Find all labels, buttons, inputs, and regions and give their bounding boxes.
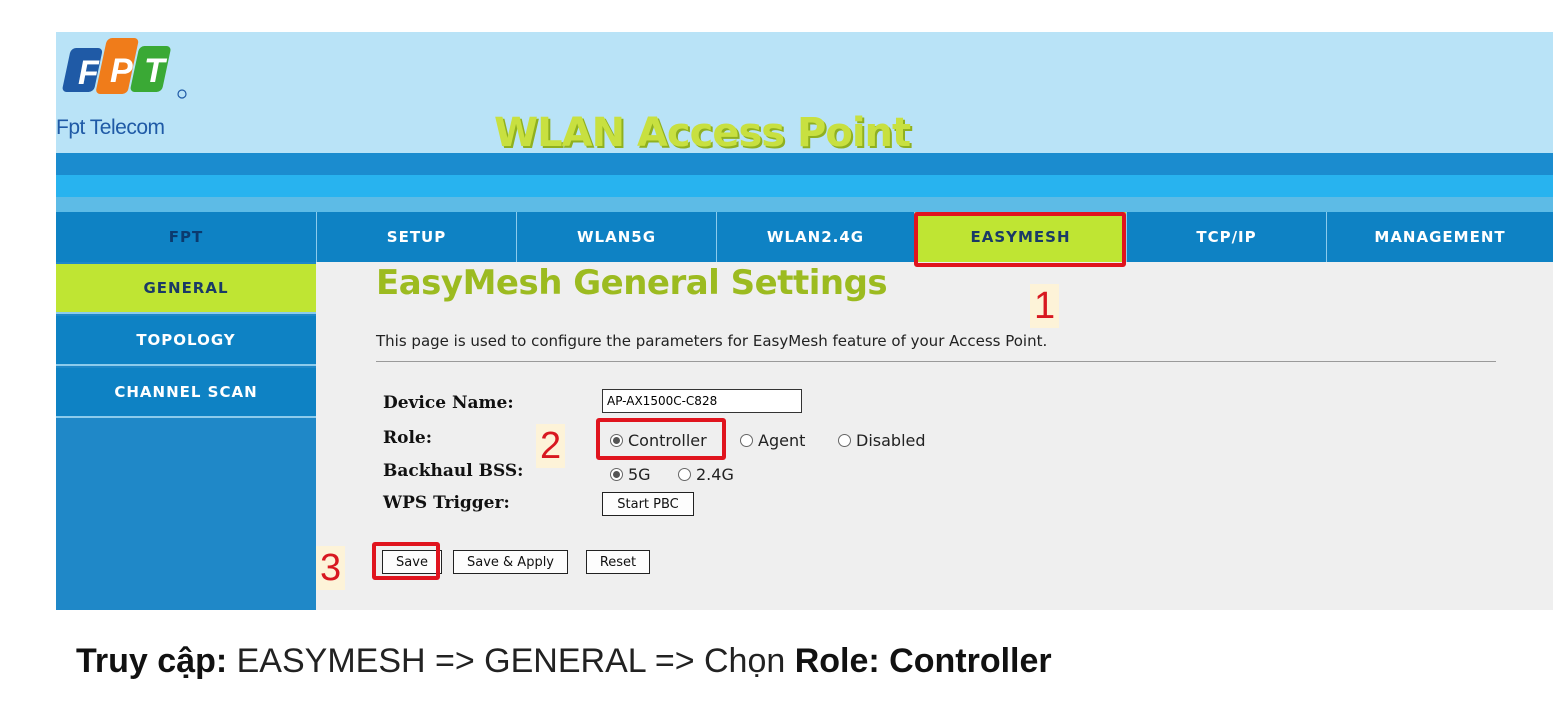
top-nav: FPT SETUP WLAN5G WLAN2.4G EASYMESH TCP/I… [56,212,1553,262]
step-3-marker: 3 [316,546,346,590]
caption-path: EASYMESH => GENERAL => Chọn [227,642,795,680]
logo-letter-p: P [110,52,133,90]
backhaul-5g-label: 5G [628,465,651,484]
fpt-logo: F P T [62,38,187,99]
page-description: This page is used to configure the param… [376,332,1048,350]
logo-letter-f: F [78,54,100,92]
reset-button[interactable]: Reset [586,550,650,574]
logo-letter-t: T [144,52,168,90]
instruction-caption: Truy cập: EASYMESH => GENERAL => Chọn Ro… [76,642,1052,681]
radio-24g[interactable] [678,468,691,481]
radio-5g[interactable] [610,468,623,481]
highlight-controller [596,418,726,460]
main-content: EasyMesh General Settings This page is u… [316,262,1553,610]
logo-subtitle: Fpt Telecom [56,116,165,139]
header-banner: F P T Fpt Telecom WLAN Access Point [56,32,1553,156]
role-option-disabled[interactable]: Disabled [838,431,926,450]
wps-trigger-label: WPS Trigger: [383,493,510,513]
device-name-input[interactable] [602,389,802,413]
header-band-light [56,175,1553,197]
sidebar: GENERAL TOPOLOGY CHANNEL SCAN [56,262,316,610]
caption-prefix: Truy cập: [76,642,228,680]
backhaul-option-24g[interactable]: 2.4G [678,465,734,484]
step-2-marker: 2 [536,424,566,468]
header-band-dark [56,153,1553,175]
radio-disabled[interactable] [838,434,851,447]
start-pbc-button[interactable]: Start PBC [602,492,694,516]
role-disabled-label: Disabled [856,431,926,450]
highlight-easymesh [914,212,1126,267]
sidebar-item-channel-scan[interactable]: CHANNEL SCAN [56,368,316,418]
highlight-save [372,542,440,580]
role-option-agent[interactable]: Agent [740,431,805,450]
role-agent-label: Agent [758,431,806,450]
device-name-label: Device Name: [383,393,514,413]
backhaul-option-5g[interactable]: 5G [610,465,651,484]
nav-wlan24g[interactable]: WLAN2.4G [716,212,914,262]
backhaul-bss-label: Backhaul BSS: [383,461,524,481]
sidebar-item-topology[interactable]: TOPOLOGY [56,316,316,366]
step-1-marker: 1 [1030,284,1060,328]
router-admin-frame: F P T Fpt Telecom WLAN Access Point FPT … [56,32,1553,610]
page-title: EasyMesh General Settings [376,263,888,303]
save-apply-button[interactable]: Save & Apply [453,550,568,574]
role-label: Role: [383,428,433,448]
nav-setup[interactable]: SETUP [316,212,516,262]
site-title: WLAN Access Point [494,110,911,156]
radio-agent[interactable] [740,434,753,447]
header-band-mid [56,197,1553,212]
nav-fpt[interactable]: FPT [56,212,316,262]
sidebar-item-general[interactable]: GENERAL [56,264,316,314]
nav-management[interactable]: MANAGEMENT [1326,212,1553,262]
nav-tcpip[interactable]: TCP/IP [1126,212,1326,262]
backhaul-24g-label: 2.4G [696,465,734,484]
divider [376,361,1496,362]
caption-role: Role: Controller [794,642,1052,680]
nav-wlan5g[interactable]: WLAN5G [516,212,716,262]
